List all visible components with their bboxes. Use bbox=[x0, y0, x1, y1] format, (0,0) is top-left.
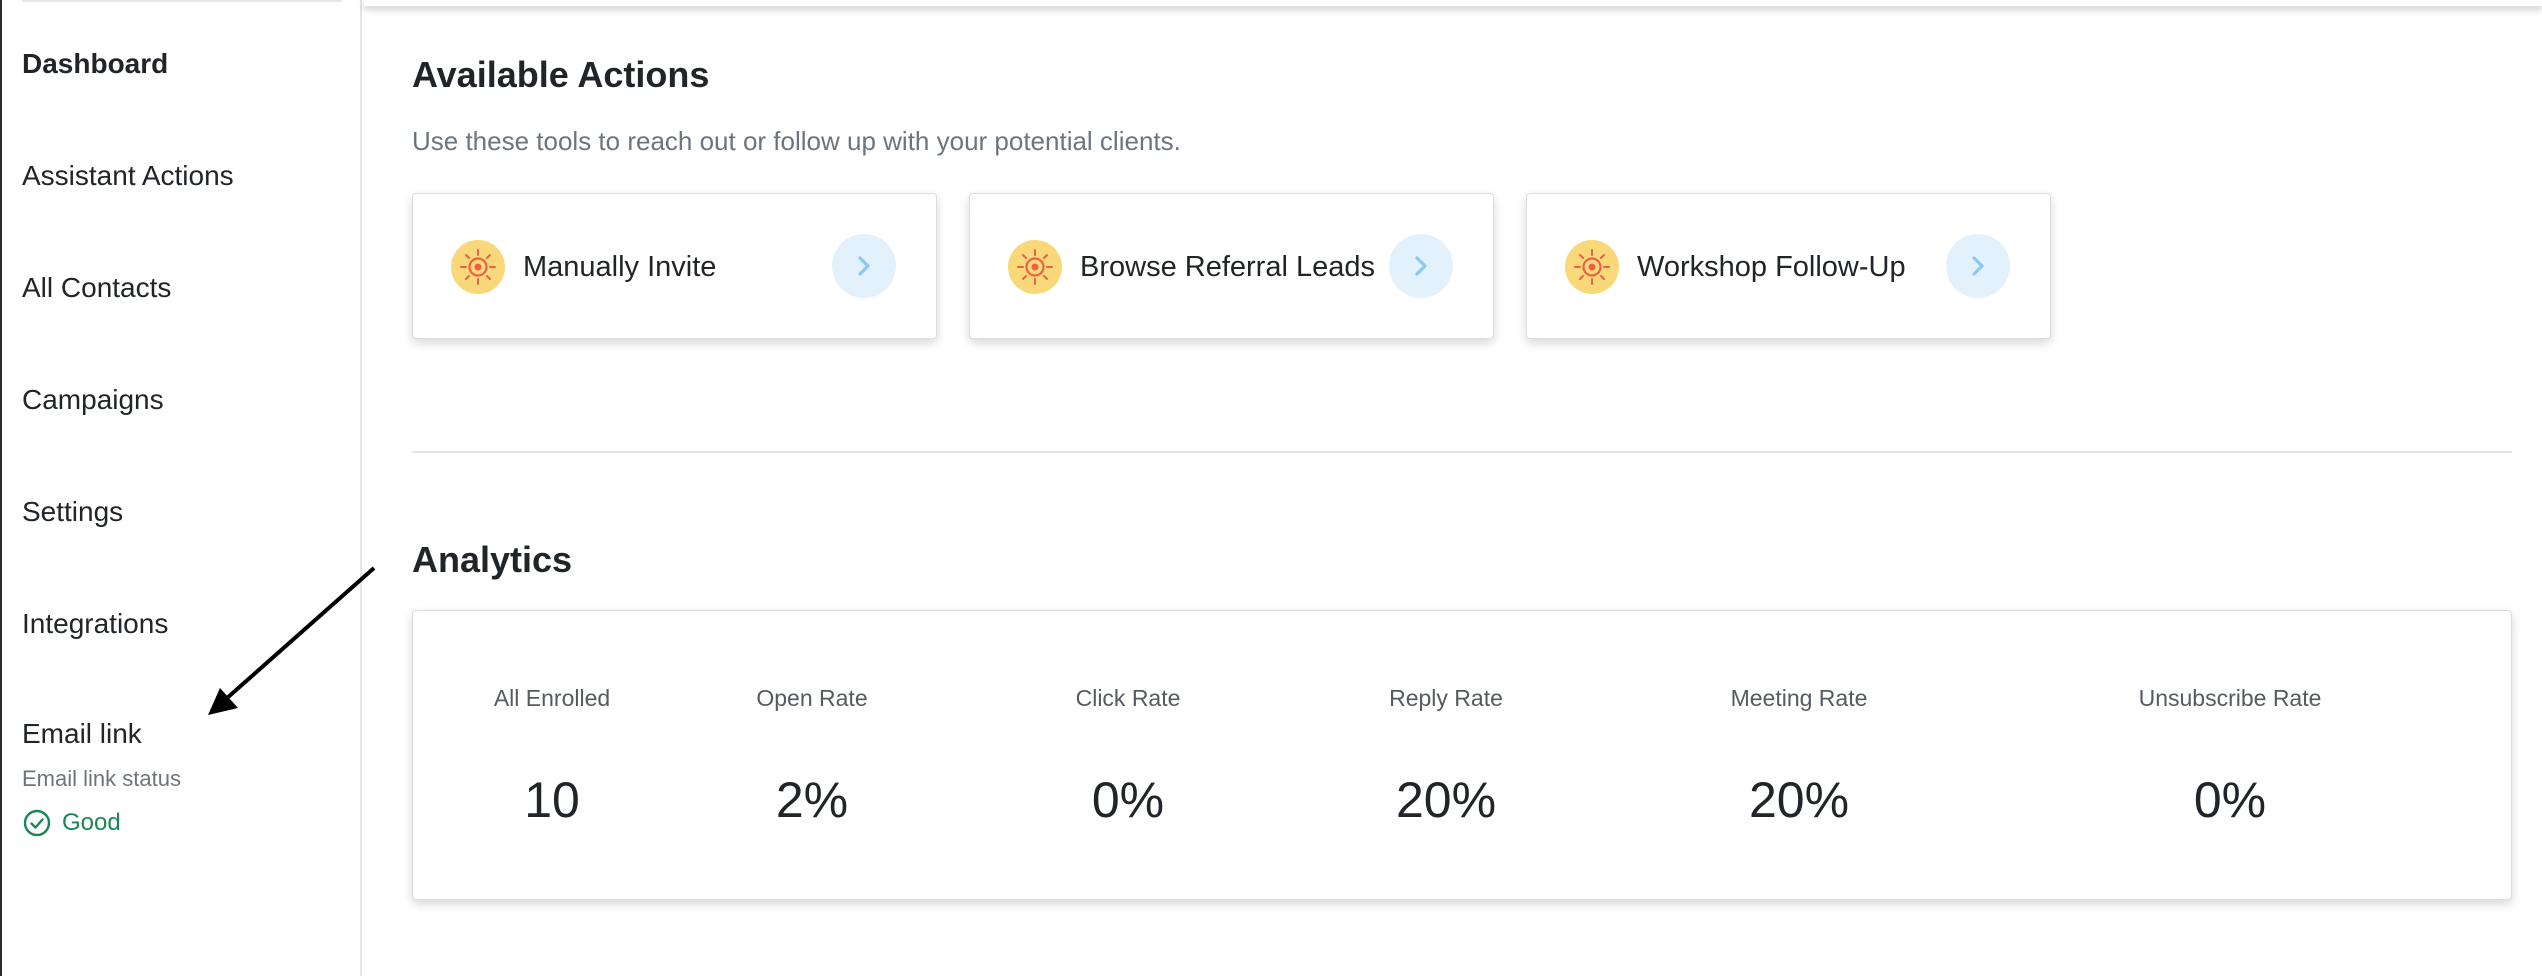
metric-label: Reply Rate bbox=[1389, 685, 1503, 711]
email-link-status-text: Good bbox=[62, 809, 121, 836]
sidebar-item-integrations[interactable]: Integrations bbox=[22, 608, 168, 640]
action-card-label: Manually Invite bbox=[523, 251, 717, 283]
sidebar-item-assistant-actions[interactable]: Assistant Actions bbox=[22, 160, 234, 192]
email-link-subtitle: Email link status bbox=[22, 766, 181, 791]
sidebar: Dashboard Assistant Actions All Contacts… bbox=[0, 0, 362, 976]
analytics-card: All Enrolled 10 Open Rate 2% Click Rate … bbox=[412, 610, 2512, 900]
sidebar-item-settings[interactable]: Settings bbox=[22, 496, 123, 528]
email-link-status: Good bbox=[22, 808, 121, 838]
chevron-right-icon[interactable] bbox=[1946, 234, 2010, 298]
metric-value: 20% bbox=[1748, 772, 1850, 828]
metric-value: 10 bbox=[524, 772, 580, 828]
section-divider bbox=[412, 451, 2512, 453]
action-card-workshop-follow-up[interactable]: Workshop Follow-Up bbox=[1526, 193, 2051, 339]
email-link-title: Email link bbox=[22, 718, 142, 749]
available-actions-subtitle: Use these tools to reach out or follow u… bbox=[412, 126, 1181, 156]
target-icon bbox=[1565, 240, 1619, 294]
metric-label: All Enrolled bbox=[493, 685, 611, 711]
annotation-arrow-icon bbox=[208, 566, 376, 715]
analytics-title: Analytics bbox=[412, 539, 573, 580]
metric-label: Unsubscribe Rate bbox=[2138, 685, 2322, 711]
metric-label: Meeting Rate bbox=[1730, 685, 1868, 711]
chevron-right-icon[interactable] bbox=[1389, 234, 1453, 298]
available-actions-title: Available Actions bbox=[412, 54, 710, 95]
sidebar-item-dashboard[interactable]: Dashboard bbox=[22, 48, 168, 80]
metric-label: Open Rate bbox=[756, 685, 868, 711]
sidebar-item-campaigns[interactable]: Campaigns bbox=[22, 384, 164, 416]
target-icon bbox=[1008, 240, 1062, 294]
sidebar-item-all-contacts[interactable]: All Contacts bbox=[22, 272, 171, 304]
metric-value: 20% bbox=[1395, 772, 1497, 828]
action-card-label: Workshop Follow-Up bbox=[1637, 251, 1906, 283]
action-card-label: Browse Referral Leads bbox=[1080, 251, 1375, 283]
check-circle-icon bbox=[23, 809, 51, 837]
metric-value: 0% bbox=[2193, 772, 2267, 828]
top-header-bar bbox=[364, 0, 2542, 6]
action-card-browse-referral-leads[interactable]: Browse Referral Leads bbox=[969, 193, 1494, 339]
target-icon bbox=[451, 240, 505, 294]
metric-value: 2% bbox=[775, 772, 849, 828]
chevron-right-icon[interactable] bbox=[832, 234, 896, 298]
metric-value: 0% bbox=[1091, 772, 1165, 828]
app-root: Dashboard Assistant Actions All Contacts… bbox=[0, 0, 2542, 976]
action-card-manually-invite[interactable]: Manually Invite bbox=[412, 193, 937, 339]
sidebar-divider bbox=[22, 0, 342, 2]
metric-label: Click Rate bbox=[1075, 685, 1181, 711]
